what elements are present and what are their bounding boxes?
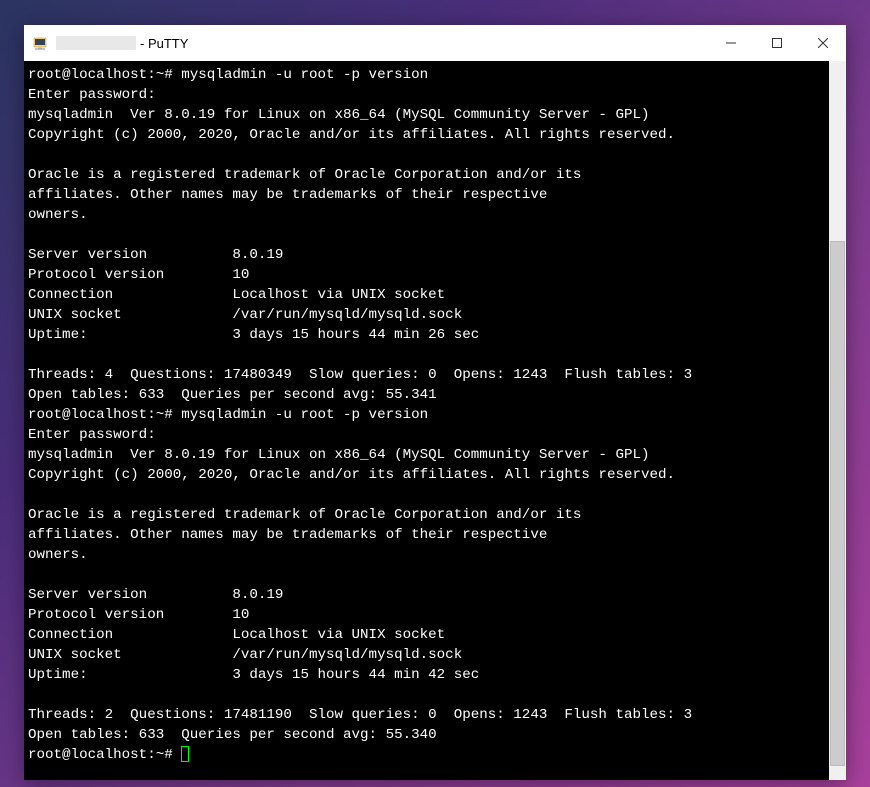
terminal-line: Enter password: [28,425,825,445]
cursor-icon [181,746,189,762]
terminal-line: Uptime: 3 days 15 hours 44 min 26 sec [28,325,825,345]
terminal-line [28,345,825,365]
terminal-line: UNIX socket /var/run/mysqld/mysqld.sock [28,305,825,325]
terminal-line [28,685,825,705]
redacted-host [56,36,136,50]
maximize-button[interactable] [754,25,800,61]
terminal-line: Open tables: 633 Queries per second avg:… [28,725,825,745]
terminal-line: Open tables: 633 Queries per second avg:… [28,385,825,405]
terminal-line [28,565,825,585]
terminal-line: mysqladmin Ver 8.0.19 for Linux on x86_6… [28,445,825,465]
terminal-line: owners. [28,545,825,565]
terminal-line: Oracle is a registered trademark of Orac… [28,505,825,525]
terminal-line: affiliates. Other names may be trademark… [28,185,825,205]
terminal-line [28,145,825,165]
terminal-line: owners. [28,205,825,225]
terminal-line: Uptime: 3 days 15 hours 44 min 42 sec [28,665,825,685]
terminal-line: Server version 8.0.19 [28,585,825,605]
terminal-line: Enter password: [28,85,825,105]
window-controls [708,25,846,61]
terminal-area: root@localhost:~# mysqladmin -u root -p … [24,61,846,780]
terminal-output[interactable]: root@localhost:~# mysqladmin -u root -p … [24,61,829,780]
putty-icon [32,35,48,51]
prompt-text: root@localhost:~# [28,747,181,763]
close-button[interactable] [800,25,846,61]
terminal-line: Threads: 4 Questions: 17480349 Slow quer… [28,365,825,385]
terminal-line: affiliates. Other names may be trademark… [28,525,825,545]
title-suffix: - PuTTY [140,36,188,51]
terminal-line [28,225,825,245]
terminal-line: Protocol version 10 [28,265,825,285]
terminal-line: root@localhost:~# mysqladmin -u root -p … [28,65,825,85]
terminal-line: root@localhost:~# mysqladmin -u root -p … [28,405,825,425]
terminal-line: UNIX socket /var/run/mysqld/mysqld.sock [28,645,825,665]
window-title: - PuTTY [56,36,188,51]
terminal-line: Threads: 2 Questions: 17481190 Slow quer… [28,705,825,725]
scrollbar-thumb[interactable] [830,241,845,766]
terminal-line: Connection Localhost via UNIX socket [28,285,825,305]
terminal-line: Copyright (c) 2000, 2020, Oracle and/or … [28,465,825,485]
putty-window: - PuTTY root@localhost:~# mysqladmin -u … [24,25,846,780]
terminal-line: Connection Localhost via UNIX socket [28,625,825,645]
terminal-prompt-line: root@localhost:~# [28,745,825,765]
terminal-line: Server version 8.0.19 [28,245,825,265]
terminal-line: mysqladmin Ver 8.0.19 for Linux on x86_6… [28,105,825,125]
terminal-line: Protocol version 10 [28,605,825,625]
terminal-line [28,485,825,505]
terminal-line: Copyright (c) 2000, 2020, Oracle and/or … [28,125,825,145]
titlebar[interactable]: - PuTTY [24,25,846,61]
terminal-line: Oracle is a registered trademark of Orac… [28,165,825,185]
scrollbar[interactable] [829,61,846,780]
minimize-button[interactable] [708,25,754,61]
